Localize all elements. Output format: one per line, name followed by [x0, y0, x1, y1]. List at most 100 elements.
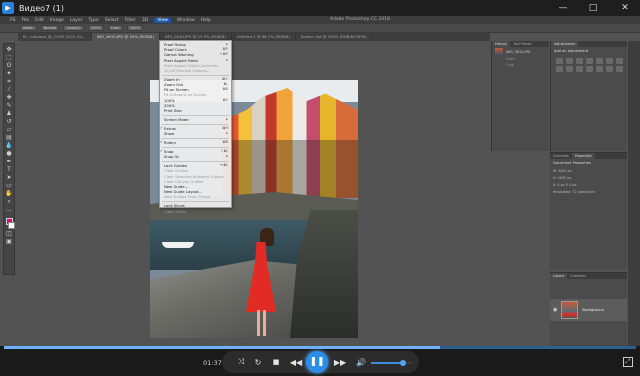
lasso-tool-icon: ʘ [6, 62, 12, 69]
maximize-icon[interactable]: □ [580, 0, 606, 16]
volume-knob[interactable] [399, 360, 406, 366]
option-chip[interactable]: Normal [40, 25, 60, 31]
pen-tool-icon: ✒ [6, 158, 12, 165]
play-pause-icon[interactable]: ❚❚ [306, 351, 328, 373]
ps-menu-ps[interactable]: PS [10, 18, 16, 23]
ps-menu-3d[interactable]: 3D [142, 18, 148, 23]
adjustment-icon[interactable] [566, 66, 573, 72]
adjustment-icon[interactable] [596, 66, 603, 72]
menu-item-label: Rulers [164, 140, 176, 146]
ps-menu-image[interactable]: Image [50, 18, 64, 23]
volume-slider[interactable] [371, 360, 413, 366]
volume-icon[interactable]: 🔊 [354, 351, 368, 373]
history-snapshot[interactable]: IMG_0610.JPG [492, 47, 549, 56]
menu-item-label: 32-bit Preview Options... [164, 67, 211, 73]
adjustment-icon[interactable] [596, 58, 603, 64]
adjustment-icon[interactable] [616, 58, 623, 64]
menu-separator [162, 200, 229, 202]
panel-tab[interactable]: Channels [567, 273, 589, 279]
ps-menu-view[interactable]: View [154, 17, 171, 23]
properties-title: Document Properties [553, 161, 591, 165]
history-thumbnail [495, 48, 503, 55]
shape-tool-icon: ▭ [6, 182, 12, 189]
option-chip[interactable]: Mode: [20, 25, 37, 31]
adjustment-icon[interactable] [586, 58, 593, 64]
layers-panel-tabs: Layers Channels [550, 273, 627, 279]
adjustment-icon[interactable] [576, 66, 583, 72]
panel-tab[interactable]: Tool Preset [510, 41, 534, 47]
eye-icon[interactable]: ◉ [553, 307, 557, 313]
ps-menubar: PS File Edit Image Layer Type Select Filter 3D Vi… [10, 17, 211, 23]
seek-progress [4, 346, 441, 349]
stop-icon[interactable]: ■ [269, 351, 283, 373]
healing-tool-icon: ✚ [6, 94, 12, 101]
menu-separator [162, 160, 229, 162]
panel-tab[interactable]: Adjustments [551, 41, 579, 47]
fullscreen-icon[interactable]: ⤢ [623, 357, 633, 367]
panel-tab[interactable]: History [492, 41, 511, 47]
menu-item-shortcut: ▸ [226, 154, 228, 159]
history-brush-tool-icon: ↺ [6, 118, 12, 125]
adjustment-icon[interactable] [576, 58, 583, 64]
option-chip[interactable]: 100% [126, 25, 143, 31]
option-chip[interactable]: Opacity: [63, 25, 84, 31]
adjustments-title: Add an adjustment [554, 49, 589, 53]
fast-forward-icon[interactable]: ▶▶ [332, 351, 348, 373]
panel-tab[interactable]: Channels [550, 153, 572, 159]
current-time: 01:37 [203, 359, 222, 367]
document-tab[interactable]: Ki...ndscape_@_CODE 2015 (0)... [18, 33, 92, 41]
shuffle-icon[interactable]: ⤨ [234, 351, 248, 373]
ps-menu-filter[interactable]: Filter [125, 18, 136, 23]
ps-menu-select[interactable]: Select [105, 18, 119, 23]
document-tab[interactable]: IMG_0610.JPG @ 25% (RGB/8) [91, 33, 160, 41]
option-chip[interactable]: 100% [87, 25, 104, 31]
view-menu-item[interactable]: Rulers ⌘R [160, 140, 231, 145]
repeat-icon[interactable]: ↻ [251, 351, 265, 373]
minimize-icon[interactable]: — [550, 0, 576, 16]
adjustment-icon[interactable] [586, 66, 593, 72]
menu-item-label: Show [164, 131, 175, 137]
gradient-tool-icon: ▤ [6, 134, 12, 141]
option-chip[interactable]: Flow: [107, 25, 123, 31]
properties-panel: Channels Properties Document Properties W… [550, 152, 627, 270]
adjustment-icon[interactable] [616, 66, 623, 72]
layer-thumbnail [561, 301, 579, 319]
type-tool-icon: T [7, 166, 11, 173]
panel-tab[interactable]: Layers [550, 273, 568, 279]
dodge-tool-icon: ● [6, 150, 12, 157]
adjustment-icon[interactable] [556, 58, 563, 64]
ps-menu-layer[interactable]: Layer [70, 18, 83, 23]
play-icon: ▶ [2, 2, 14, 14]
document-tab[interactable]: Screen 1pt @ 100% (RGB/8/CMYK) [296, 33, 373, 41]
adjustment-icon[interactable] [556, 66, 563, 72]
ps-menu-type[interactable]: Type [88, 18, 98, 23]
seek-bar[interactable] [4, 346, 636, 349]
ps-menu-window[interactable]: Window [177, 18, 195, 23]
menu-separator [162, 123, 229, 125]
view-menu-item[interactable]: Print Size [160, 108, 231, 113]
quick-mask-icon: ◫ [6, 230, 12, 237]
view-menu-item[interactable]: Snap To ▸ [160, 154, 231, 159]
layer-row-background[interactable]: ◉ Background [550, 299, 627, 321]
menu-separator [162, 74, 229, 76]
view-menu-item[interactable]: Show ▸ [160, 131, 231, 136]
ps-menu-help[interactable]: Help [201, 18, 211, 23]
ps-menu-file[interactable]: File [22, 18, 30, 23]
adjustment-icon[interactable] [566, 58, 573, 64]
path-select-tool-icon: ➤ [6, 174, 12, 181]
ps-document-tabs: Ki...ndscape_@_CODE 2015 (0)... IMG_0610.… [18, 33, 490, 41]
screen-mode-icon: ▣ [6, 238, 12, 245]
prop-width: W: 3024 px [553, 168, 572, 173]
magic-wand-tool-icon: ✦ [6, 70, 12, 77]
adjustment-icon[interactable] [606, 58, 613, 64]
adjustment-icon[interactable] [606, 66, 613, 72]
panel-tab[interactable]: Properties [571, 153, 595, 159]
ps-toolbar: ✥ ⬚ ʘ ✦ ⌗ ⁄ ✚ ✎ ♟ ↺ ▱ ▤ 💧 ● ✒ T ➤ ▭ ✋ ⌕ … [3, 43, 15, 275]
close-icon[interactable]: ✕ [612, 0, 638, 16]
ps-menu-edit[interactable]: Edit [35, 18, 44, 23]
rewind-icon[interactable]: ◀◀ [288, 351, 304, 373]
view-menu-item[interactable]: Screen Mode ▸ [160, 117, 231, 122]
history-step[interactable]: Crop [492, 62, 549, 68]
document-tab[interactable]: Untitled-1 @ 66.7% (RGB/8) [232, 33, 296, 41]
blur-tool-icon: 💧 [5, 142, 13, 149]
